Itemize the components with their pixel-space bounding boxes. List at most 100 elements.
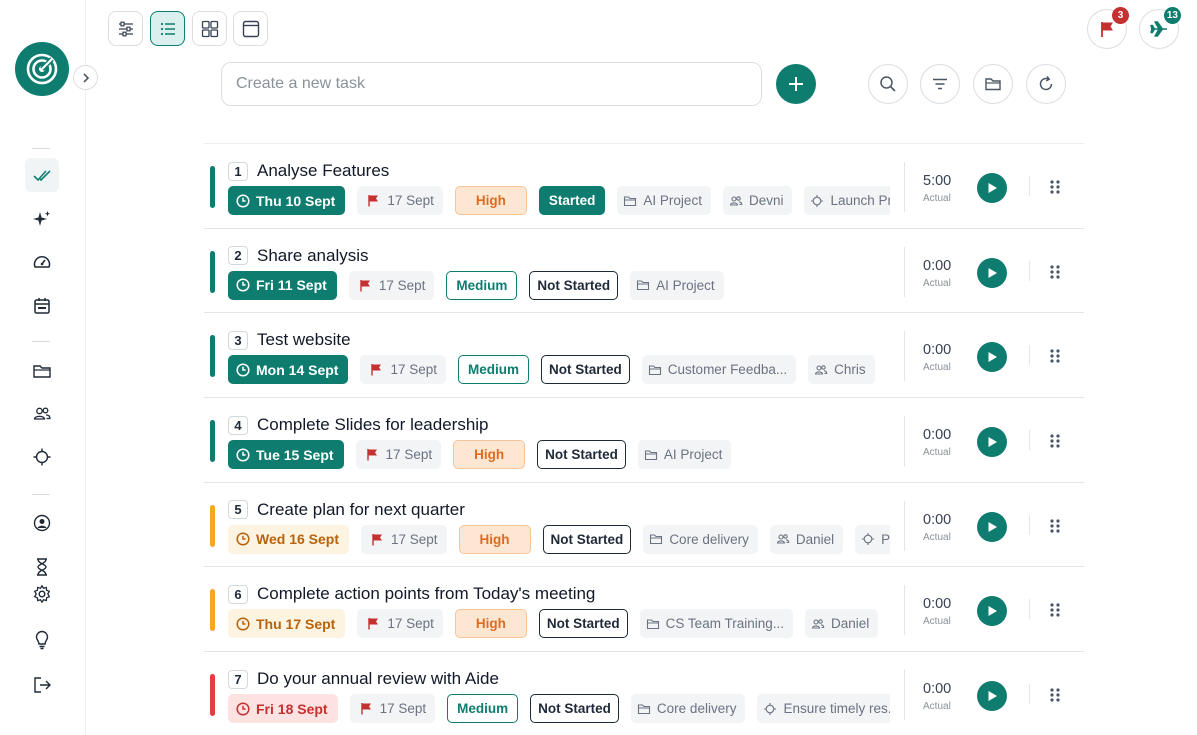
due-date-chip[interactable]: Thu 17 Sept: [228, 609, 346, 639]
priority-chip[interactable]: High: [454, 186, 527, 215]
flag-date-label: 17 Sept: [391, 531, 438, 547]
assignee-chip[interactable]: Devni: [722, 186, 793, 215]
task-row[interactable]: 7 Do your annual review with Aide Fri 18…: [204, 652, 1084, 735]
status-chip[interactable]: Not Started: [529, 270, 619, 300]
sidebar-item-team[interactable]: [25, 397, 59, 431]
sidebar-item-goals[interactable]: [25, 440, 59, 474]
drag-handle-icon[interactable]: [1049, 433, 1061, 449]
project-chip[interactable]: AI Project: [630, 270, 724, 300]
sidebar-item-calendar[interactable]: [25, 289, 59, 323]
filter-button[interactable]: [920, 64, 960, 104]
status-chip[interactable]: Not Started: [542, 524, 632, 554]
sidebar-item-tasks[interactable]: [25, 158, 59, 192]
start-timer-button[interactable]: [977, 342, 1007, 373]
task-row[interactable]: 5 Create plan for next quarter Wed 16 Se…: [204, 483, 1084, 568]
flags-button[interactable]: 3: [1087, 7, 1129, 49]
status-chip[interactable]: Started: [538, 186, 606, 215]
priority-chip[interactable]: High: [454, 609, 527, 639]
task-title[interactable]: Complete action points from Today's meet…: [257, 584, 595, 604]
start-timer-button[interactable]: [977, 681, 1007, 712]
due-date-label: Thu 10 Sept: [256, 192, 336, 209]
drag-handle-icon[interactable]: [1049, 602, 1061, 618]
task-title[interactable]: Do your annual review with Aide: [257, 669, 499, 689]
priority-chip[interactable]: High: [458, 524, 531, 554]
priority-chip[interactable]: Medium: [458, 355, 530, 385]
flag-date-chip[interactable]: 17 Sept: [355, 440, 442, 470]
project-chip[interactable]: AI Project: [617, 186, 711, 215]
view-list-button[interactable]: [150, 11, 185, 46]
project-chip[interactable]: CS Team Training...: [639, 609, 793, 639]
flag-icon: [372, 533, 382, 546]
due-date-chip[interactable]: Mon 14 Sept: [228, 355, 349, 385]
drag-handle-icon[interactable]: [1049, 518, 1061, 534]
flag-date-chip[interactable]: 17 Sept: [360, 355, 447, 385]
sidebar-item-dashboard[interactable]: [25, 246, 59, 280]
sidebar-item-projects[interactable]: [25, 354, 59, 388]
goal-chip[interactable]: Position: [855, 524, 890, 554]
due-date-chip[interactable]: Fri 11 Sept: [228, 270, 337, 300]
status-chip[interactable]: Not Started: [541, 355, 630, 385]
folder-button[interactable]: [973, 64, 1013, 104]
start-timer-button[interactable]: [977, 257, 1007, 288]
project-chip[interactable]: Core delivery: [630, 694, 746, 724]
goal-chip[interactable]: Ensure timely res...: [757, 694, 890, 724]
status-chip[interactable]: Not Started: [530, 694, 619, 724]
due-date-chip[interactable]: Wed 16 Sept: [228, 524, 349, 554]
flag-date-chip[interactable]: 17 Sept: [357, 186, 443, 215]
due-date-chip[interactable]: Thu 10 Sept: [228, 186, 346, 215]
flag-date-chip[interactable]: 17 Sept: [357, 609, 443, 639]
task-row[interactable]: 4 Complete Slides for leadership Tue 15 …: [204, 398, 1084, 483]
sidebar-item-settings[interactable]: [25, 577, 59, 611]
assignee-chip[interactable]: Chris: [808, 355, 875, 385]
sidebar-item-profile[interactable]: [25, 506, 59, 540]
drag-handle-icon[interactable]: [1049, 348, 1061, 364]
flag-date-chip[interactable]: 17 Sept: [361, 524, 447, 554]
add-task-button[interactable]: [776, 64, 816, 104]
status-chip[interactable]: Not Started: [537, 440, 626, 470]
drag-handle-icon[interactable]: [1049, 179, 1061, 195]
task-title[interactable]: Create plan for next quarter: [257, 500, 465, 520]
project-chip[interactable]: AI Project: [637, 440, 732, 470]
meta-label: Core delivery: [656, 701, 737, 717]
priority-chip[interactable]: High: [453, 440, 526, 470]
sidebar-expand-button[interactable]: [73, 65, 98, 90]
task-row[interactable]: 2 Share analysis Fri 11 Sept 17 Sept Med…: [204, 229, 1084, 314]
start-timer-button[interactable]: [977, 596, 1007, 627]
drag-handle-icon[interactable]: [1049, 264, 1061, 280]
task-row[interactable]: 3 Test website Mon 14 Sept 17 Sept Mediu…: [204, 313, 1084, 399]
sidebar-item-ideas[interactable]: [25, 623, 59, 657]
status-chip[interactable]: Not Started: [538, 609, 628, 639]
due-date-chip[interactable]: Tue 15 Sept: [228, 440, 344, 470]
sidebar-item-ai[interactable]: [25, 202, 59, 236]
project-chip[interactable]: Core delivery: [643, 524, 758, 554]
task-title[interactable]: Share analysis: [257, 246, 369, 266]
flights-button[interactable]: 13: [1139, 7, 1181, 49]
task-title[interactable]: Complete Slides for leadership: [257, 415, 489, 435]
task-number: 1: [228, 161, 248, 181]
start-timer-button[interactable]: [977, 427, 1007, 458]
task-title[interactable]: Analyse Features: [257, 161, 389, 181]
task-row[interactable]: 6 Complete action points from Today's me…: [204, 567, 1084, 653]
due-date-chip[interactable]: Fri 18 Sept: [228, 694, 338, 724]
app-logo[interactable]: [15, 42, 69, 96]
sidebar-item-logout[interactable]: [25, 668, 59, 702]
search-button[interactable]: [868, 64, 908, 104]
start-timer-button[interactable]: [977, 511, 1007, 542]
view-settings-button[interactable]: [108, 11, 143, 46]
view-window-button[interactable]: [233, 11, 268, 46]
goal-chip[interactable]: Launch Product: [804, 186, 890, 215]
task-row[interactable]: 1 Analyse Features Thu 10 Sept 17 Sept H…: [204, 144, 1084, 229]
priority-chip[interactable]: Medium: [446, 270, 518, 300]
start-timer-button[interactable]: [977, 173, 1007, 203]
task-title[interactable]: Test website: [257, 330, 351, 350]
new-task-input[interactable]: [221, 62, 762, 106]
assignee-chip[interactable]: Daniel: [769, 524, 844, 554]
priority-chip[interactable]: Medium: [447, 694, 519, 724]
refresh-button[interactable]: [1026, 64, 1066, 104]
view-grid-button[interactable]: [192, 11, 227, 46]
flag-date-chip[interactable]: 17 Sept: [348, 270, 435, 300]
assignee-chip[interactable]: Daniel: [804, 609, 879, 639]
drag-handle-icon[interactable]: [1049, 687, 1061, 703]
project-chip[interactable]: Customer Feedba...: [641, 355, 797, 385]
flag-date-chip[interactable]: 17 Sept: [349, 694, 436, 724]
